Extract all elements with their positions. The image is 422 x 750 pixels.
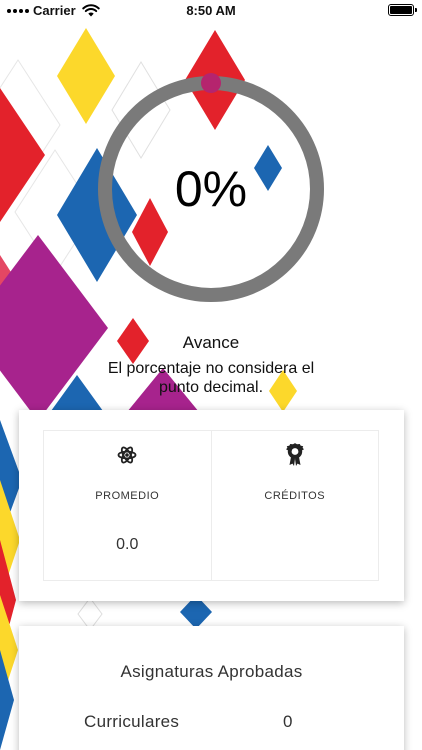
award-ribbon-icon — [285, 443, 304, 466]
stat-average-value: 0.0 — [116, 536, 139, 553]
stats-card: PROMEDIO 0.0 CRÉDITOS — [19, 410, 404, 601]
advance-title: Avance — [182, 333, 240, 352]
subjects-card: Asignaturas Aprobadas Curriculares 0 — [19, 626, 404, 750]
status-bar: Carrier 8:50 AM — [0, 0, 422, 22]
stat-credits[interactable]: CRÉDITOS — [210, 431, 379, 580]
subjects-row-curriculares: Curriculares 0 — [19, 712, 404, 734]
progress-ring: 0% — [92, 70, 330, 308]
stat-average[interactable]: PROMEDIO 0.0 — [44, 431, 211, 580]
subjects-title: Asignaturas Aprobadas — [120, 662, 303, 681]
advance-note: El porcentaje no considera el punto deci… — [107, 360, 315, 396]
atom-icon — [117, 446, 137, 464]
subjects-row-label: Curriculares — [84, 712, 180, 731]
battery-icon — [388, 4, 417, 16]
subjects-row-value: 0 — [283, 712, 293, 731]
progress-percentage: 0% — [174, 161, 248, 217]
stat-average-label: PROMEDIO — [95, 490, 160, 502]
stats-grid: PROMEDIO 0.0 CRÉDITOS — [43, 430, 379, 581]
clock: 8:50 AM — [186, 3, 236, 18]
stat-credits-label: CRÉDITOS — [264, 490, 326, 502]
